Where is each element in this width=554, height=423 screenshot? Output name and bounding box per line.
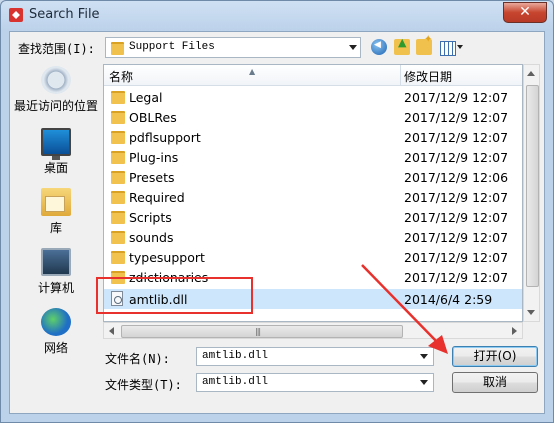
column-header-name[interactable]: 名称 [109,68,133,85]
file-date: 2017/12/9 12:06 [404,170,509,185]
folder-icon [111,111,125,124]
list-item[interactable]: Legal 2017/12/9 12:07 [104,87,522,107]
folder-icon [111,171,125,184]
file-date: 2017/12/9 12:07 [404,130,509,145]
folder-icon [111,151,125,164]
folder-icon [111,42,124,55]
list-item[interactable]: Required 2017/12/9 12:07 [104,187,522,207]
list-item[interactable]: OBLRes 2017/12/9 12:07 [104,107,522,127]
filename-value: amtlib.dll [202,350,269,362]
place-label: 桌面 [43,161,68,175]
chevron-down-icon[interactable] [420,354,428,359]
view-menu-chevron-icon[interactable] [457,45,463,49]
file-date: 2017/12/9 12:07 [404,270,509,285]
list-item[interactable]: pdflsupport 2017/12/9 12:07 [104,127,522,147]
title-bar: Search File ✕ [1,1,553,29]
place-label: 最近访问的位置 [13,99,98,113]
back-icon[interactable] [371,39,387,55]
library-icon [41,188,71,216]
vertical-scrollbar[interactable] [523,64,540,322]
desktop-icon [41,128,71,160]
file-date: 2017/12/9 12:07 [404,90,509,105]
folder-icon [111,131,125,144]
scroll-right-icon[interactable] [512,327,517,335]
list-item[interactable]: typesupport 2017/12/9 12:07 [104,247,522,267]
file-date: 2017/12/9 12:07 [404,110,509,125]
up-folder-icon[interactable] [394,36,410,55]
chevron-down-icon[interactable] [420,380,428,385]
scroll-left-icon[interactable] [109,327,114,335]
list-item[interactable]: sounds 2017/12/9 12:07 [104,227,522,247]
folder-icon [111,251,125,264]
column-header-date[interactable]: 修改日期 [404,68,452,85]
file-name: Presets [129,170,175,185]
look-in-value: Support Files [129,41,215,53]
highlight-box [96,277,253,314]
folder-icon [111,211,125,224]
column-divider[interactable] [400,65,401,85]
cancel-button[interactable]: 取消 [452,372,538,393]
file-date: 2017/12/9 12:07 [404,210,509,225]
place-library[interactable]: 库 [12,188,100,236]
file-name: typesupport [129,250,205,265]
computer-icon [41,248,71,276]
file-name: Legal [129,90,163,105]
place-desktop[interactable]: 桌面 [12,128,100,176]
network-icon [41,308,71,336]
look-in-dropdown[interactable]: Support Files [105,37,361,58]
file-name: Required [129,190,185,205]
grip-icon: ||| [255,327,261,336]
file-name: sounds [129,230,174,245]
file-name: OBLRes [129,110,177,125]
sort-ascending-icon: ▲ [249,67,256,76]
place-recent[interactable]: 最近访问的位置 [12,66,100,114]
open-button[interactable]: 打开(O) [452,346,538,367]
chevron-down-icon[interactable] [349,45,357,50]
place-label: 计算机 [37,281,74,295]
look-in-label: 查找范围(I): [18,42,95,56]
file-date: 2014/6/4 2:59 [404,292,493,307]
filetype-label: 文件类型(T): [105,378,182,392]
file-name: Scripts [129,210,172,225]
view-menu-icon[interactable] [440,41,456,56]
window-title: Search File [29,7,100,22]
scroll-thumb[interactable]: ||| [121,325,403,338]
place-label: 库 [49,221,62,235]
folder-icon [111,191,125,204]
folder-icon [111,231,125,244]
filename-input[interactable]: amtlib.dll [196,347,434,366]
file-name: Plug-ins [129,150,179,165]
filetype-value: amtlib.dll [202,376,269,388]
place-label: 网络 [43,341,68,355]
list-item[interactable]: Presets 2017/12/9 12:06 [104,167,522,187]
filetype-select[interactable]: amtlib.dll [196,373,434,392]
new-folder-icon[interactable] [416,34,432,55]
list-item[interactable]: Plug-ins 2017/12/9 12:07 [104,147,522,167]
file-date: 2017/12/9 12:07 [404,150,509,165]
folder-icon [111,91,125,104]
place-computer[interactable]: 计算机 [12,248,100,296]
scroll-down-icon[interactable] [527,310,535,315]
recent-places-icon [41,66,71,94]
filename-label: 文件名(N): [105,352,170,366]
close-button[interactable]: ✕ [503,2,547,23]
list-item[interactable]: Scripts 2017/12/9 12:07 [104,207,522,227]
place-network[interactable]: 网络 [12,308,100,356]
file-date: 2017/12/9 12:07 [404,190,509,205]
file-name: pdflsupport [129,130,201,145]
file-date: 2017/12/9 12:07 [404,230,509,245]
scroll-thumb[interactable] [526,85,539,287]
file-date: 2017/12/9 12:07 [404,250,509,265]
list-header: 名称 ▲ 修改日期 [104,65,522,86]
scroll-up-icon[interactable] [527,71,535,76]
horizontal-scrollbar[interactable]: ||| [103,322,523,339]
app-icon [9,8,23,22]
places-bar: 最近访问的位置 桌面 库 计算机 网络 [12,64,100,364]
